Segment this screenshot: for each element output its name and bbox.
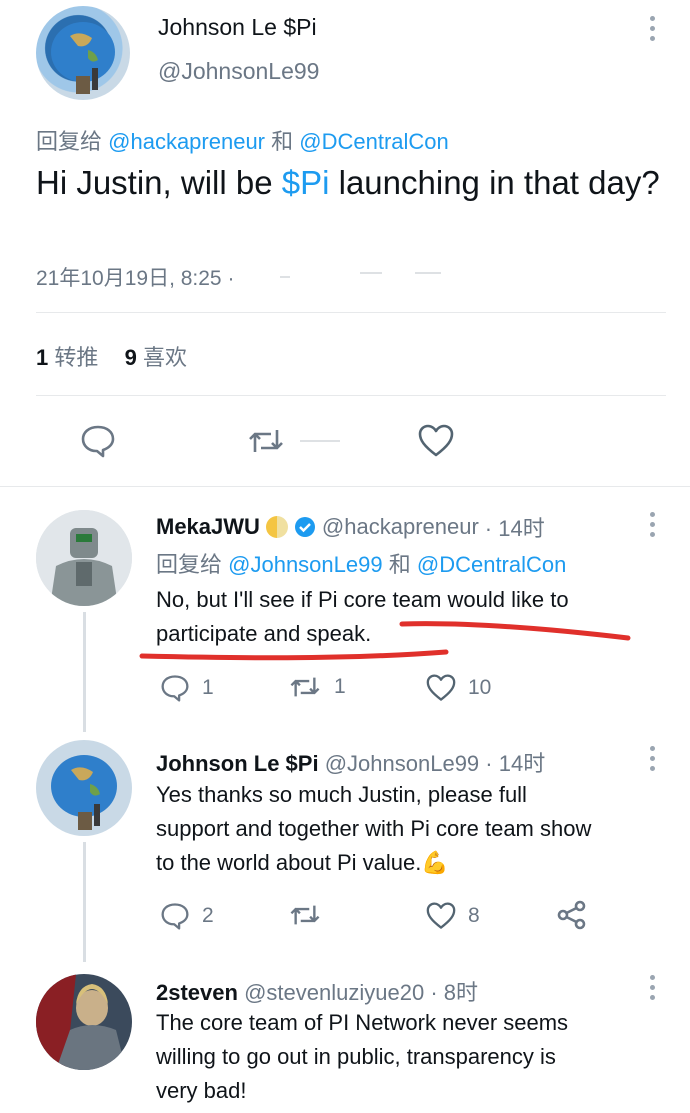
reply1-handle[interactable]: @hackapreneur (322, 514, 479, 540)
robot-illustration (36, 510, 132, 606)
moon-emoji-icon (265, 516, 288, 538)
reply-and: 和 (388, 552, 411, 577)
reply2-handle[interactable]: @JohnsonLe99 (325, 751, 479, 776)
reply2-text-line3: to the world about Pi value. (156, 850, 422, 875)
globe-illustration (36, 740, 132, 836)
reply3-text-line3: very bad! (156, 1078, 247, 1103)
reply-author-avatar[interactable] (36, 740, 132, 836)
divider (0, 486, 690, 487)
retweets-label[interactable]: 转推 (54, 345, 98, 370)
reply3-time[interactable]: · 8时 (430, 980, 478, 1005)
redaction-mark (300, 440, 340, 442)
reply2-likes-count: 8 (468, 904, 480, 927)
main-author-avatar[interactable] (36, 6, 130, 100)
more-vert-icon[interactable] (650, 512, 656, 542)
main-author-handle[interactable]: @JohnsonLe99 (158, 58, 319, 85)
mention-dcentralcon[interactable]: @DCentralCon (417, 552, 567, 577)
reply3-text-line1: The core team of PI Network never seems (156, 1010, 569, 1035)
redaction-mark (415, 272, 441, 274)
hero-illustration (36, 974, 132, 1070)
redaction-mark (360, 272, 382, 274)
likes-count[interactable]: 9 (125, 345, 137, 370)
reply2-text-line1: Yes thanks so much Justin, please full (156, 782, 527, 807)
like-icon[interactable] (426, 902, 456, 930)
timestamp-text: 21年10月19日, 8:25 (36, 267, 222, 290)
divider (36, 395, 666, 396)
main-tweet-text: Hi Justin, will be $Pi launching in that… (36, 161, 666, 205)
reply2-replies-count: 2 (202, 904, 214, 927)
reply-prefix: 回复给 (36, 129, 103, 154)
reply2-reply-action[interactable]: 2 (160, 902, 214, 930)
retweets-count[interactable]: 1 (36, 345, 48, 370)
reply3-handle[interactable]: @stevenluziyue20 (244, 980, 424, 1005)
reply1-likes-count: 10 (468, 676, 492, 699)
main-author-name[interactable]: Johnson Le $Pi (158, 14, 317, 41)
reply1-time[interactable]: · 14时 (485, 511, 545, 543)
reply2-like-action[interactable]: 8 (426, 902, 480, 930)
verified-badge-icon (294, 516, 316, 538)
reply2-header: Johnson Le $Pi @JohnsonLe99 · 14时 (156, 746, 545, 778)
reply-icon[interactable] (160, 902, 190, 930)
more-vert-icon[interactable] (650, 975, 656, 1005)
flex-emoji-icon: 💪 (421, 850, 449, 875)
reply1-retweet-action[interactable]: 1 (288, 674, 346, 700)
more-vert-icon[interactable] (650, 746, 656, 776)
reply3-header: 2steven @stevenluziyue20 · 8时 (156, 975, 478, 1007)
retweet-icon[interactable] (246, 426, 286, 456)
reply1-reply-action[interactable]: 1 (160, 674, 214, 702)
main-tweet-text-after: launching in that day? (338, 164, 660, 201)
reply3-author-name[interactable]: 2steven (156, 980, 238, 1005)
reply-author-avatar[interactable] (36, 510, 132, 606)
reply2-text-line2: support and together with Pi core team s… (156, 816, 592, 841)
timestamp-separator: · (227, 267, 235, 290)
retweet-icon[interactable] (288, 674, 322, 700)
reply-icon[interactable] (80, 424, 116, 458)
retweet-icon[interactable] (288, 902, 322, 928)
reply2-time[interactable]: · 14时 (485, 751, 545, 776)
share-icon[interactable] (556, 900, 588, 930)
mention-dcentralcon[interactable]: @DCentralCon (299, 129, 449, 154)
likes-label[interactable]: 喜欢 (143, 345, 187, 370)
reply1-context: 回复给 @JohnsonLe99 和 @DCentralCon (156, 547, 566, 579)
reply2-text-line3-wrap: to the world about Pi value.💪 (156, 850, 449, 876)
more-vert-icon[interactable] (650, 16, 656, 46)
reply1-header: MekaJWU @hackapreneur · 14时 (156, 511, 545, 543)
reply-context: 回复给 @hackapreneur 和 @DCentralCon (36, 124, 449, 156)
divider (36, 312, 666, 313)
reply2-retweet-action[interactable] (288, 902, 322, 928)
engagement-stats: 1 转推 9 喜欢 (36, 340, 187, 372)
reply-and: 和 (271, 129, 294, 154)
mention-johnsonle99[interactable]: @JohnsonLe99 (228, 552, 382, 577)
reply1-replies-count: 1 (202, 676, 214, 699)
like-icon[interactable] (418, 424, 454, 458)
main-tweet-text-before: Hi Justin, will be (36, 164, 273, 201)
reply-author-avatar[interactable] (36, 974, 132, 1070)
main-tweet-timestamp[interactable]: 21年10月19日, 8:25 · (36, 262, 234, 292)
reply1-retweets-count: 1 (334, 675, 346, 698)
reply-icon[interactable] (160, 674, 190, 702)
reply1-like-action[interactable]: 10 (426, 674, 491, 702)
redaction-mark (280, 276, 290, 278)
reply1-author-name[interactable]: MekaJWU (156, 514, 260, 540)
reply3-text-line2: willing to go out in public, transparenc… (156, 1044, 556, 1069)
globe-illustration (51, 22, 115, 94)
cashtag-pi[interactable]: $Pi (282, 164, 330, 201)
like-icon[interactable] (426, 674, 456, 702)
thread-line (83, 842, 86, 962)
mention-hackapreneur[interactable]: @hackapreneur (108, 129, 265, 154)
reply-prefix: 回复给 (156, 552, 223, 577)
reply2-author-name[interactable]: Johnson Le $Pi (156, 751, 319, 776)
